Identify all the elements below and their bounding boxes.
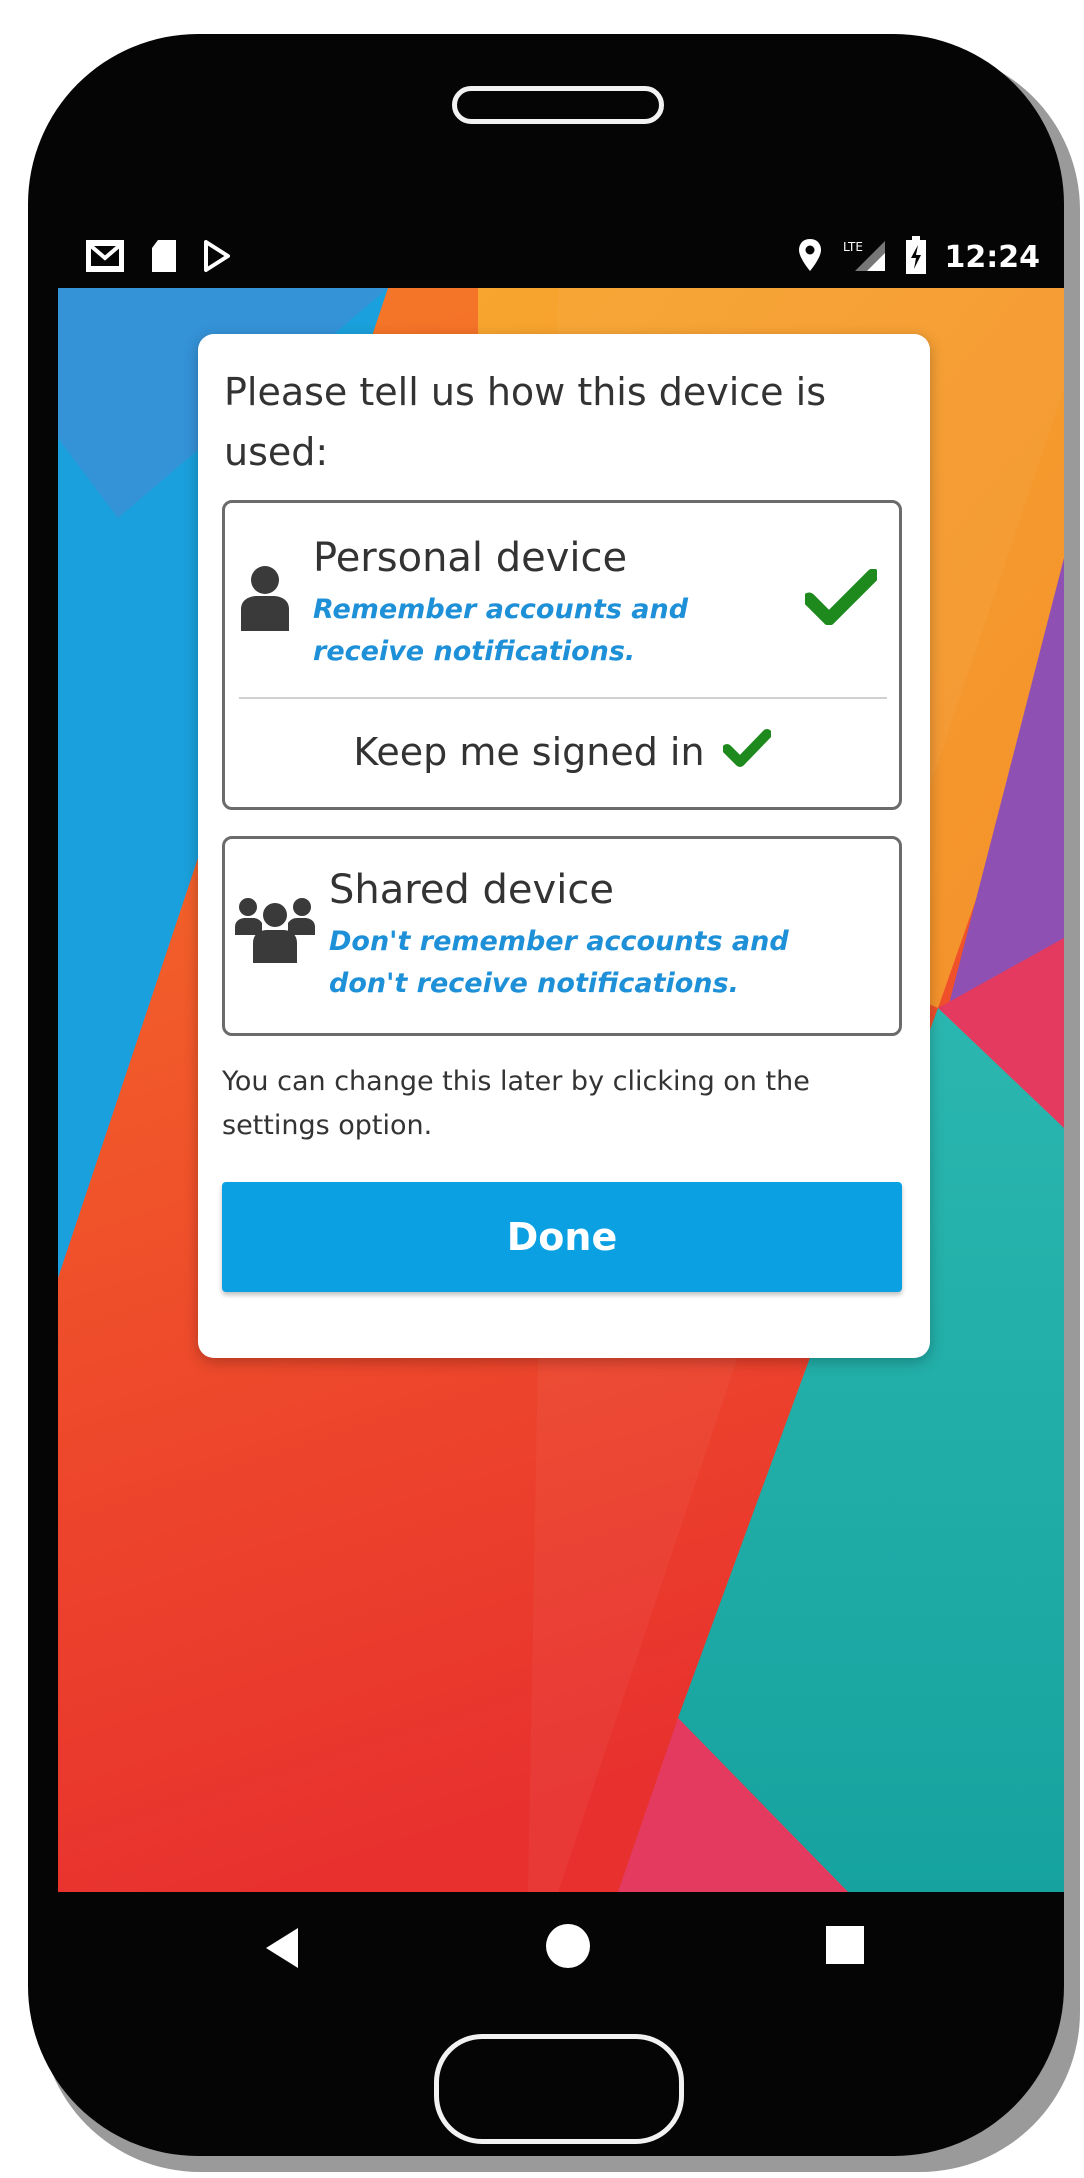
recents-icon[interactable] [826, 1926, 864, 1964]
keep-signed-in-label: Keep me signed in [353, 730, 705, 774]
personal-device-subtitle: Remember accounts and receive notificati… [313, 594, 689, 667]
group-icon [235, 891, 315, 967]
shared-device-option[interactable]: Shared device Don't remember accounts an… [222, 836, 902, 1036]
person-icon [239, 563, 291, 637]
personal-device-option[interactable]: Personal device Remember accounts and re… [222, 500, 902, 810]
status-bar: LTE 12:24 [58, 232, 1054, 288]
sd-card-icon [150, 238, 178, 278]
keep-signed-in-check-icon [717, 729, 772, 774]
device-usage-dialog: Please tell us how this device is used: … [198, 334, 930, 1358]
done-button[interactable]: Done [222, 1182, 902, 1292]
battery-charging-icon [905, 236, 927, 278]
lte-signal-icon: LTE [841, 237, 887, 277]
dialog-title: Please tell us how this device is used: [224, 370, 826, 474]
back-icon[interactable] [266, 1928, 298, 1968]
status-time: 12:24 [944, 239, 1041, 275]
mail-icon [84, 238, 126, 278]
location-icon [797, 237, 823, 277]
earpiece-speaker [452, 86, 664, 124]
shared-device-title: Shared device [329, 867, 614, 913]
physical-home-button[interactable] [434, 2034, 684, 2144]
keep-signed-in-toggle[interactable]: Keep me signed in [225, 729, 899, 774]
play-store-icon [202, 238, 232, 278]
personal-selected-check-icon [802, 568, 880, 629]
home-icon[interactable] [546, 1924, 590, 1968]
settings-footnote: You can change this later by clicking on… [222, 1066, 810, 1141]
option-divider [239, 697, 887, 699]
svg-text:LTE: LTE [843, 240, 863, 254]
navigation-bar [58, 1892, 1064, 2008]
shared-device-subtitle: Don't remember accounts and don't receiv… [329, 926, 789, 999]
personal-device-title: Personal device [313, 535, 628, 581]
